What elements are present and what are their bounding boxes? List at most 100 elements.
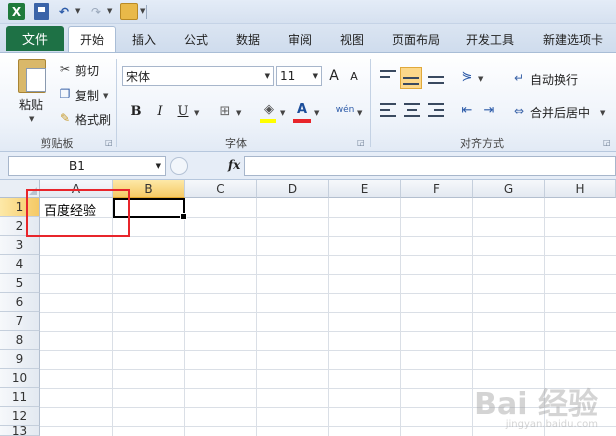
tab-review[interactable]: 审阅 bbox=[278, 26, 322, 52]
formula-input[interactable] bbox=[244, 156, 616, 176]
excel-logo-icon[interactable]: X bbox=[8, 3, 25, 20]
copy-dropdown-icon[interactable]: ▼ bbox=[103, 92, 108, 100]
save-icon[interactable] bbox=[34, 3, 49, 20]
chevron-down-icon: ▼ bbox=[264, 72, 270, 80]
row-header[interactable]: 9 bbox=[0, 350, 40, 369]
alignment-group-label: 对齐方式 bbox=[460, 137, 504, 150]
font-launcher-icon[interactable]: ◲ bbox=[357, 138, 365, 147]
align-middle-button[interactable] bbox=[400, 67, 422, 89]
open-folder-icon[interactable] bbox=[120, 3, 138, 20]
bold-button[interactable]: B bbox=[127, 102, 145, 120]
decrease-indent-icon[interactable]: ⇤ bbox=[458, 101, 476, 119]
increase-indent-icon[interactable]: ⇥ bbox=[480, 101, 498, 119]
undo-dropdown-icon[interactable]: ▼ bbox=[75, 7, 80, 15]
copy-button[interactable]: 复制 bbox=[75, 87, 99, 104]
tab-formulas[interactable]: 公式 bbox=[174, 26, 218, 52]
grid-line bbox=[472, 198, 473, 436]
formula-bar: B1 ▼ fx bbox=[0, 152, 616, 180]
column-header-g[interactable]: G bbox=[473, 180, 545, 198]
orientation-dropdown-icon[interactable]: ▼ bbox=[478, 75, 483, 83]
baidu-watermark: Bai 经验 jingyan.baidu.com bbox=[474, 379, 598, 430]
cut-button[interactable]: 剪切 bbox=[75, 62, 99, 79]
clipboard-launcher-icon[interactable]: ◲ bbox=[105, 138, 113, 147]
shrink-font-icon[interactable]: A bbox=[345, 67, 363, 85]
phonetic-guide-icon[interactable]: wén bbox=[336, 101, 355, 119]
tab-view[interactable]: 视图 bbox=[330, 26, 374, 52]
phonetic-dropdown-icon[interactable]: ▼ bbox=[357, 109, 362, 117]
column-header-d[interactable]: D bbox=[257, 180, 329, 198]
row-header[interactable]: 11 bbox=[0, 388, 40, 407]
align-bottom-icon[interactable] bbox=[428, 70, 444, 84]
merge-dropdown-icon[interactable]: ▼ bbox=[600, 109, 605, 117]
borders-dropdown-icon[interactable]: ▼ bbox=[236, 109, 241, 117]
column-header-c[interactable]: C bbox=[185, 180, 257, 198]
row-header[interactable]: 10 bbox=[0, 369, 40, 388]
fill-dropdown-icon[interactable]: ▼ bbox=[280, 109, 285, 117]
underline-button[interactable]: U bbox=[174, 102, 192, 120]
font-color-swatch bbox=[293, 119, 311, 123]
redo-icon[interactable]: ↷ bbox=[88, 3, 104, 20]
undo-icon[interactable]: ↶ bbox=[56, 3, 72, 20]
row-header[interactable]: 3 bbox=[0, 236, 40, 255]
wrap-text-button[interactable]: 自动换行 bbox=[530, 71, 578, 88]
qat-divider bbox=[146, 5, 147, 19]
row-header[interactable]: 8 bbox=[0, 331, 40, 350]
paste-dropdown-icon[interactable]: ▼ bbox=[29, 115, 34, 123]
font-name-value: 宋体 bbox=[126, 69, 151, 84]
row-header[interactable]: 4 bbox=[0, 255, 40, 274]
borders-icon[interactable]: ⊞ bbox=[216, 102, 234, 120]
align-middle-icon bbox=[403, 71, 419, 85]
scissors-icon[interactable]: ✂ bbox=[58, 62, 72, 76]
tab-page-layout[interactable]: 页面布局 bbox=[384, 26, 448, 52]
font-group-label: 字体 bbox=[225, 137, 247, 150]
watermark-brand: Bai 经验 bbox=[474, 387, 598, 422]
font-color-dropdown-icon[interactable]: ▼ bbox=[314, 109, 319, 117]
ribbon-tabs: 文件 开始 插入 公式 数据 审阅 视图 页面布局 开发工具 新建选项卡 bbox=[0, 24, 616, 52]
row-header[interactable]: 5 bbox=[0, 274, 40, 293]
column-header-f[interactable]: F bbox=[401, 180, 473, 198]
align-top-icon[interactable] bbox=[380, 70, 396, 84]
fill-color-icon[interactable]: ◈ bbox=[260, 100, 278, 118]
worksheet-grid[interactable]: A B C D E F G H 1 2 3 4 5 6 7 8 9 10 11 … bbox=[0, 180, 616, 436]
format-painter-button[interactable]: 格式刷 bbox=[75, 111, 111, 128]
tab-insert[interactable]: 插入 bbox=[122, 26, 166, 52]
qat-dropdown-icon[interactable]: ▼ bbox=[140, 7, 145, 15]
merge-center-icon[interactable]: ⇔ bbox=[512, 104, 526, 118]
align-center-icon[interactable] bbox=[404, 103, 420, 117]
orientation-icon[interactable]: ⋟ bbox=[458, 67, 476, 85]
redo-dropdown-icon[interactable]: ▼ bbox=[107, 7, 112, 15]
name-box-value: B1 bbox=[69, 159, 85, 173]
tab-home[interactable]: 开始 bbox=[68, 26, 116, 52]
font-name-combo[interactable]: 宋体 ▼ bbox=[122, 66, 274, 86]
tab-developer[interactable]: 开发工具 bbox=[458, 26, 522, 52]
highlight-annotation bbox=[26, 189, 130, 237]
column-header-h[interactable]: H bbox=[545, 180, 616, 198]
row-header[interactable]: 6 bbox=[0, 293, 40, 312]
tab-file[interactable]: 文件 bbox=[6, 26, 64, 51]
tab-data[interactable]: 数据 bbox=[226, 26, 270, 52]
merge-center-button[interactable]: 合并后居中 bbox=[530, 104, 590, 121]
fill-color-swatch bbox=[260, 119, 276, 123]
row-header[interactable]: 13 bbox=[0, 424, 40, 436]
tab-new-tab[interactable]: 新建选项卡 bbox=[534, 26, 612, 52]
paste-icon[interactable] bbox=[18, 59, 46, 93]
name-box[interactable]: B1 ▼ bbox=[8, 156, 166, 176]
align-right-icon[interactable] bbox=[428, 103, 444, 117]
italic-button[interactable]: I bbox=[151, 102, 169, 120]
column-header-e[interactable]: E bbox=[329, 180, 401, 198]
quick-access-toolbar: X ↶ ▼ ↷ ▼ ▼ bbox=[0, 0, 616, 24]
align-left-icon[interactable] bbox=[380, 103, 396, 117]
underline-dropdown-icon[interactable]: ▼ bbox=[194, 109, 199, 117]
wrap-text-icon[interactable]: ↵ bbox=[512, 71, 526, 85]
font-size-combo[interactable]: 11 ▼ bbox=[276, 66, 322, 86]
grow-font-icon[interactable]: A bbox=[325, 67, 343, 85]
formula-cancel-icon bbox=[170, 157, 188, 175]
copy-icon[interactable]: ❐ bbox=[58, 87, 72, 101]
chevron-down-icon: ▼ bbox=[155, 162, 161, 170]
row-header[interactable]: 7 bbox=[0, 312, 40, 331]
insert-function-icon[interactable]: fx bbox=[228, 158, 240, 172]
alignment-launcher-icon[interactable]: ◲ bbox=[603, 138, 611, 147]
font-color-icon[interactable]: A bbox=[293, 100, 311, 118]
format-painter-icon[interactable]: ✎ bbox=[58, 111, 72, 125]
paste-button[interactable]: 粘贴 bbox=[19, 96, 43, 113]
